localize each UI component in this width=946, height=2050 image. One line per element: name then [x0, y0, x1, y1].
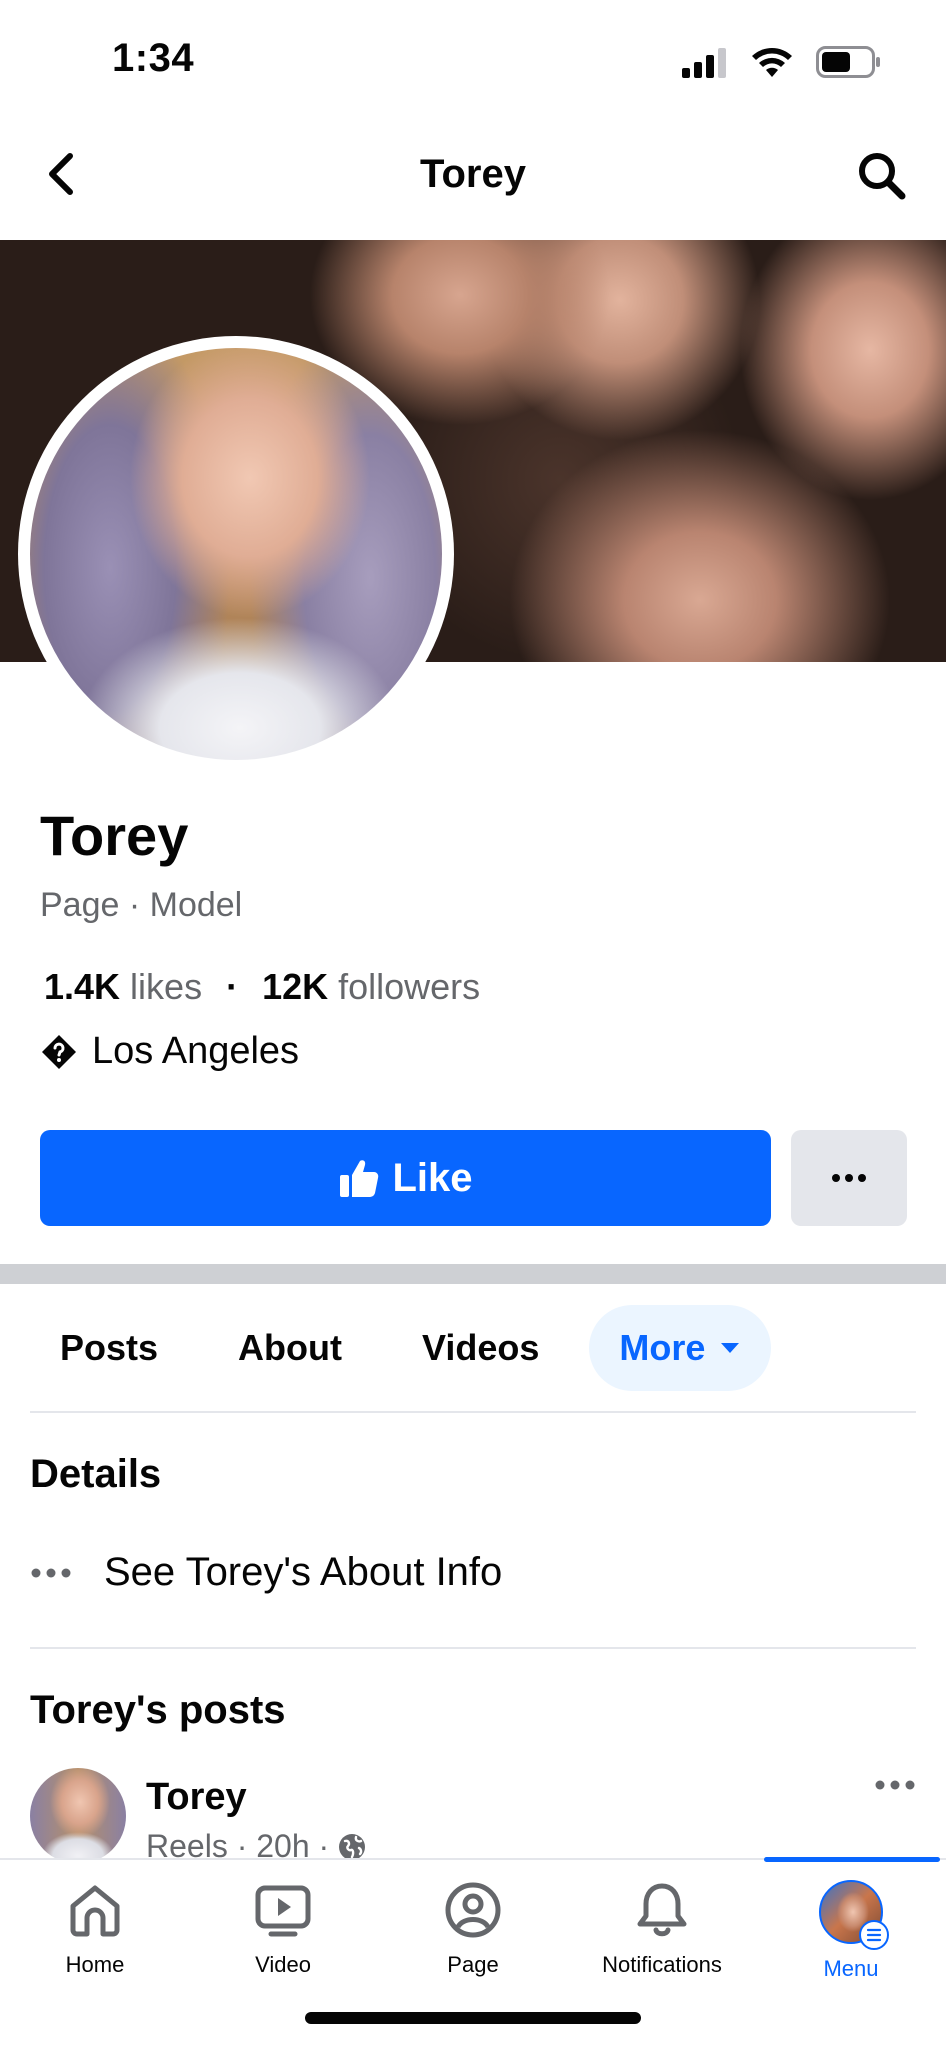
- profile-picture[interactable]: [30, 348, 442, 760]
- nav-video[interactable]: Video: [188, 1880, 378, 1978]
- menu-badge: [859, 1920, 889, 1950]
- ellipsis-icon: [832, 1174, 866, 1182]
- followers-count[interactable]: 12K: [262, 966, 328, 1008]
- hamburger-icon: [866, 1928, 882, 1942]
- likes-count[interactable]: 1.4K: [44, 966, 120, 1008]
- details-heading: Details: [30, 1452, 162, 1496]
- location-text: Los Angeles: [92, 1030, 300, 1072]
- likes-label[interactable]: likes: [130, 966, 202, 1008]
- details-divider: [30, 1647, 916, 1649]
- menu-avatar: [819, 1880, 889, 1950]
- status-time: 1:34: [112, 36, 195, 80]
- active-tab-indicator: [764, 1857, 940, 1862]
- status-icons: [680, 44, 882, 80]
- page-name: Torey: [40, 804, 189, 867]
- home-indicator: [305, 2012, 641, 2024]
- battery-icon: [816, 46, 880, 78]
- wifi-icon: [752, 48, 792, 77]
- tab-about[interactable]: About: [208, 1305, 372, 1391]
- ellipsis-icon: [875, 1780, 915, 1790]
- like-button[interactable]: Like: [40, 1130, 771, 1226]
- post-author-avatar[interactable]: [30, 1768, 126, 1864]
- home-icon: [70, 1885, 120, 1937]
- location-diamond-icon: [42, 1034, 76, 1069]
- post-options-button[interactable]: [874, 1778, 916, 1796]
- followers-label[interactable]: followers: [338, 966, 480, 1008]
- bell-icon: [637, 1883, 687, 1937]
- thumbs-up-icon: [340, 1160, 379, 1197]
- profile-tabs: Posts About Videos More: [30, 1305, 772, 1391]
- cellular-signal-icon: [682, 48, 726, 78]
- nav-page-label: Page: [447, 1952, 499, 1977]
- tab-posts[interactable]: Posts: [30, 1305, 188, 1391]
- page-title: Torey: [420, 152, 526, 196]
- stats-separator: ·: [226, 966, 239, 1007]
- tab-more[interactable]: More: [589, 1305, 772, 1391]
- nav-home[interactable]: Home: [0, 1880, 190, 1978]
- nav-notifications[interactable]: Notifications: [567, 1880, 757, 1978]
- nav-page[interactable]: Page: [378, 1880, 568, 1978]
- posts-heading: Torey's posts: [30, 1688, 286, 1732]
- tab-videos[interactable]: Videos: [392, 1305, 569, 1391]
- nav-home-label: Home: [65, 1952, 125, 1977]
- globe-icon: [339, 1833, 366, 1860]
- nav-notifications-label: Notifications: [602, 1952, 722, 1977]
- location-row: Los Angeles: [40, 1030, 299, 1073]
- nav-menu[interactable]: Menu: [756, 1880, 946, 1982]
- tabs-divider: [30, 1411, 916, 1413]
- nav-menu-label: Menu: [823, 1956, 879, 1981]
- nav-video-label: Video: [255, 1952, 311, 1977]
- video-icon: [255, 1885, 311, 1937]
- tab-more-label: More: [619, 1327, 706, 1368]
- more-options-button[interactable]: [791, 1130, 907, 1226]
- about-info-row[interactable]: See Torey's About Info: [30, 1550, 502, 1595]
- caret-down-icon: [721, 1343, 740, 1353]
- about-info-label: See Torey's About Info: [104, 1550, 503, 1594]
- search-icon: [859, 153, 906, 200]
- page-category: Page · Model: [40, 886, 243, 924]
- page-icon: [445, 1882, 501, 1938]
- search-button[interactable]: [854, 148, 910, 204]
- ellipsis-icon: [31, 1568, 71, 1577]
- like-label: Like: [392, 1155, 473, 1200]
- post-author-name[interactable]: Torey: [146, 1776, 247, 1819]
- page-stats: 1.4K likes · 12K followers: [44, 966, 480, 1008]
- section-divider: [0, 1264, 946, 1284]
